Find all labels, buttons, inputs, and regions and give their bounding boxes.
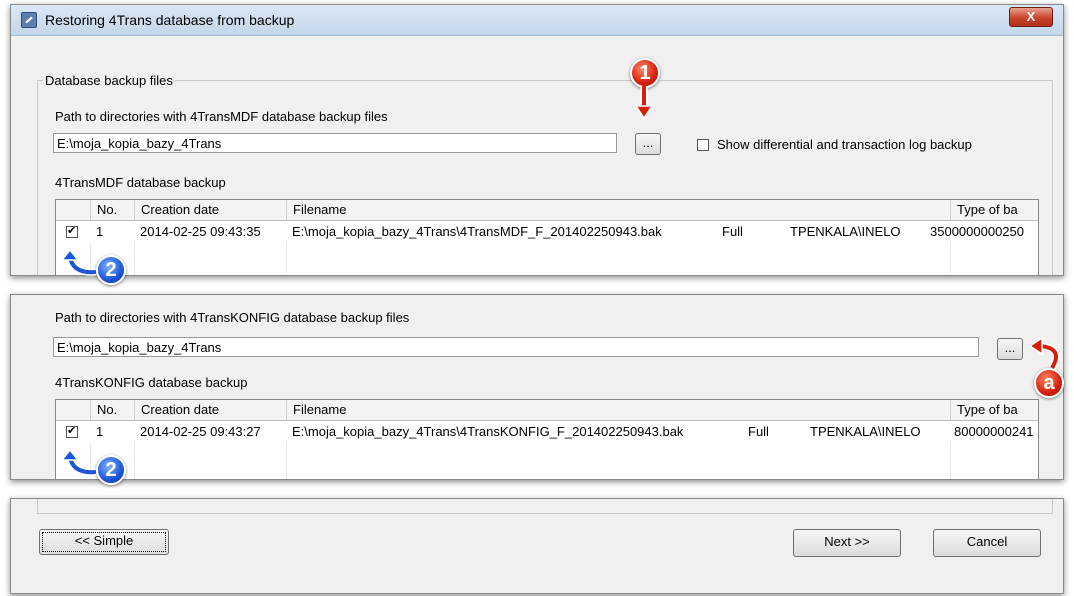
grid-line — [286, 243, 287, 275]
konfig-path-label: Path to directories with 4TransKONFIG da… — [55, 310, 410, 325]
konfig-list-label: 4TransKONFIG database backup — [55, 375, 248, 390]
mdf-browse-button[interactable]: ... — [635, 133, 661, 155]
table-header: No. Creation date Filename Type of ba — [56, 200, 1038, 221]
row-filename: E:\moja_kopia_bazy_4Trans\4TransMDF_F_20… — [292, 224, 662, 239]
window-title: Restoring 4Trans database from backup — [45, 12, 295, 28]
col-no[interactable]: No. — [90, 400, 134, 420]
col-creation-date[interactable]: Creation date — [134, 400, 286, 420]
annotation-step-a: a — [1034, 368, 1064, 398]
row-type: Full — [748, 424, 769, 439]
row-filename: E:\moja_kopia_bazy_4Trans\4TransKONFIG_F… — [292, 424, 684, 439]
col-filename[interactable]: Filename — [286, 400, 950, 420]
konfig-path-input[interactable]: E:\moja_kopia_bazy_4Trans — [53, 337, 979, 357]
annotation-curved-arrow-icon — [60, 448, 97, 476]
groupbox-bottom — [37, 499, 1053, 514]
col-type[interactable]: Type of ba — [950, 200, 1038, 220]
annotation-curved-arrow-left-icon — [1028, 336, 1060, 370]
row-size: 3500000000250 — [930, 224, 1024, 239]
row-user: TPENKALA\INELO — [790, 224, 901, 239]
table-row[interactable]: 1 2014-02-25 09:43:27 E:\moja_kopia_bazy… — [56, 421, 1038, 443]
footer-panel: << Simple Next >> Cancel — [10, 498, 1064, 594]
simple-button[interactable]: << Simple — [39, 529, 169, 555]
col-filename[interactable]: Filename — [286, 200, 950, 220]
title-bar: Restoring 4Trans database from backup X — [11, 5, 1063, 36]
row-date: 2014-02-25 09:43:35 — [140, 224, 261, 239]
annotation-arrow-down-icon — [634, 86, 654, 120]
annotation-curved-arrow-icon — [60, 248, 97, 276]
row-no: 1 — [96, 424, 104, 439]
close-button[interactable]: X — [1009, 7, 1053, 27]
col-no[interactable]: No. — [90, 200, 134, 220]
konfig-backup-table[interactable]: No. Creation date Filename Type of ba 1 … — [55, 399, 1039, 479]
grid-line — [950, 243, 951, 275]
annotation-step-1: 1 — [630, 58, 660, 88]
mdf-list-label: 4TransMDF database backup — [55, 175, 226, 190]
grid-line — [134, 443, 135, 479]
annotation-step-2b: 2 — [96, 455, 126, 485]
next-button[interactable]: Next >> — [793, 529, 901, 557]
mdf-backup-table[interactable]: No. Creation date Filename Type of ba 1 … — [55, 199, 1039, 275]
annotation-step-2: 2 — [96, 255, 126, 285]
groupbox-label: Database backup files — [43, 73, 175, 88]
grid-line — [950, 443, 951, 479]
col-type[interactable]: Type of ba — [950, 400, 1038, 420]
table-row[interactable]: 1 2014-02-25 09:43:35 E:\moja_kopia_bazy… — [56, 221, 1038, 243]
grid-line — [286, 443, 287, 479]
grid-line — [134, 243, 135, 275]
table-header: No. Creation date Filename Type of ba — [56, 400, 1038, 421]
konfig-panel: Path to directories with 4TransKONFIG da… — [10, 294, 1064, 480]
row-type: Full — [722, 224, 743, 239]
mdf-path-label: Path to directories with 4TransMDF datab… — [55, 109, 388, 124]
row-checkbox[interactable] — [66, 424, 78, 438]
row-user: TPENKALA\INELO — [810, 424, 921, 439]
mdf-panel: Restoring 4Trans database from backup X … — [10, 4, 1064, 276]
col-creation-date[interactable]: Creation date — [134, 200, 286, 220]
row-no: 1 — [96, 224, 104, 239]
konfig-browse-button[interactable]: ... — [997, 338, 1023, 360]
show-differential-label: Show differential and transaction log ba… — [717, 137, 972, 152]
row-checkbox[interactable] — [66, 224, 78, 238]
app-icon — [21, 12, 37, 28]
show-differential-checkbox[interactable] — [697, 139, 709, 151]
cancel-button[interactable]: Cancel — [933, 529, 1041, 557]
row-date: 2014-02-25 09:43:27 — [140, 424, 261, 439]
row-size: 80000000241 — [954, 424, 1034, 439]
mdf-path-input[interactable]: E:\moja_kopia_bazy_4Trans — [53, 133, 617, 153]
